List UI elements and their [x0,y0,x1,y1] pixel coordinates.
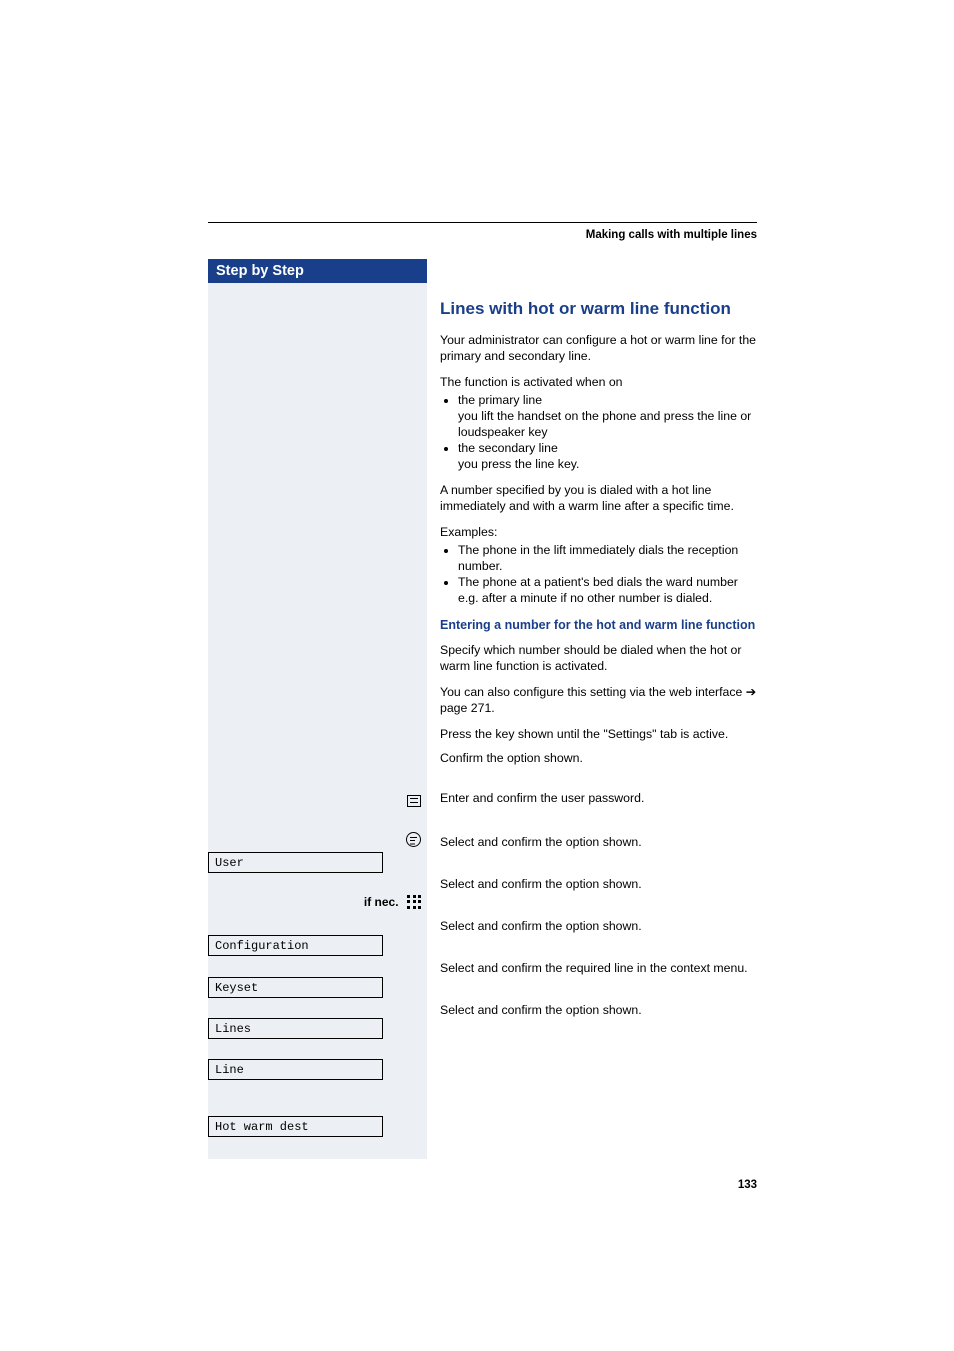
menu-lines-label: Lines [215,1022,251,1036]
web-p-prefix: You can also configure this setting via … [440,685,746,699]
spec-paragraph: A number specified by you is dialed with… [440,483,758,515]
menu-lines: Lines [208,1018,383,1039]
header-rule [208,222,757,223]
page-number: 133 [738,1179,757,1191]
example-2: The phone at a patient's bed dials the w… [458,575,758,607]
main-content: Lines with hot or warm line function You… [440,259,758,1019]
subheading: Entering a number for the hot and warm l… [440,617,758,633]
menu-hot-warm-dest: Hot warm dest [208,1116,383,1137]
ifnec-slot: if nec. [364,893,421,911]
step-configuration: Select and confirm the option shown. [440,835,758,851]
examples-intro: Examples: [440,525,758,541]
web-interface-icon [407,795,421,807]
activation-item-primary-sub: you lift the handset on the phone and pr… [458,409,758,441]
settings-key-icon-slot [406,831,421,849]
web-interface-icon-slot [407,792,421,810]
menu-keyset-label: Keyset [215,981,258,995]
arrow-icon: ➔ [746,685,756,699]
sidebar: Step by Step User if nec. Configuration … [208,259,427,1159]
activation-item-primary-head: the primary line [458,393,542,407]
example-1: The phone in the lift immediately dials … [458,543,758,575]
activation-item-secondary: the secondary line you press the line ke… [458,441,758,473]
menu-line: Line [208,1059,383,1080]
step-hot-warm-dest: Select and confirm the option shown. [440,1003,758,1019]
activation-intro: The function is activated when on [440,375,758,391]
ifnec-label: if nec. [364,895,399,909]
activation-list: the primary line you lift the handset on… [440,393,758,473]
step-line: Select and confirm the required line in … [440,961,758,977]
web-p-page: page 271. [440,701,495,715]
step-enter-pw: Enter and confirm the user password. [440,791,758,807]
menu-configuration-label: Configuration [215,939,309,953]
section-title: Lines with hot or warm line function [440,299,758,319]
activation-item-secondary-head: the secondary line [458,441,558,455]
page-header: Making calls with multiple lines [208,222,757,241]
web-interface-paragraph: You can also configure this setting via … [440,685,758,717]
menu-configuration: Configuration [208,935,383,956]
running-title: Making calls with multiple lines [208,229,757,241]
specify-paragraph: Specify which number should be dialed wh… [440,643,758,675]
step-lines: Select and confirm the option shown. [440,919,758,935]
activation-item-secondary-sub: you press the line key. [458,457,758,473]
settings-key-icon [406,832,421,847]
menu-hot-warm-dest-label: Hot warm dest [215,1120,309,1134]
activation-item-primary: the primary line you lift the handset on… [458,393,758,441]
step-confirm-user: Confirm the option shown. [440,751,758,767]
menu-user-label: User [215,856,244,870]
step-press-key: Press the key shown until the "Settings"… [440,727,758,743]
step-keyset: Select and confirm the option shown. [440,877,758,893]
keypad-icon [407,895,421,909]
menu-keyset: Keyset [208,977,383,998]
sidebar-title: Step by Step [208,259,427,283]
menu-line-label: Line [215,1063,244,1077]
menu-user: User [208,852,383,873]
intro-paragraph: Your administrator can configure a hot o… [440,333,758,365]
page: Making calls with multiple lines Step by… [0,0,954,1351]
examples-list: The phone in the lift immediately dials … [440,543,758,607]
